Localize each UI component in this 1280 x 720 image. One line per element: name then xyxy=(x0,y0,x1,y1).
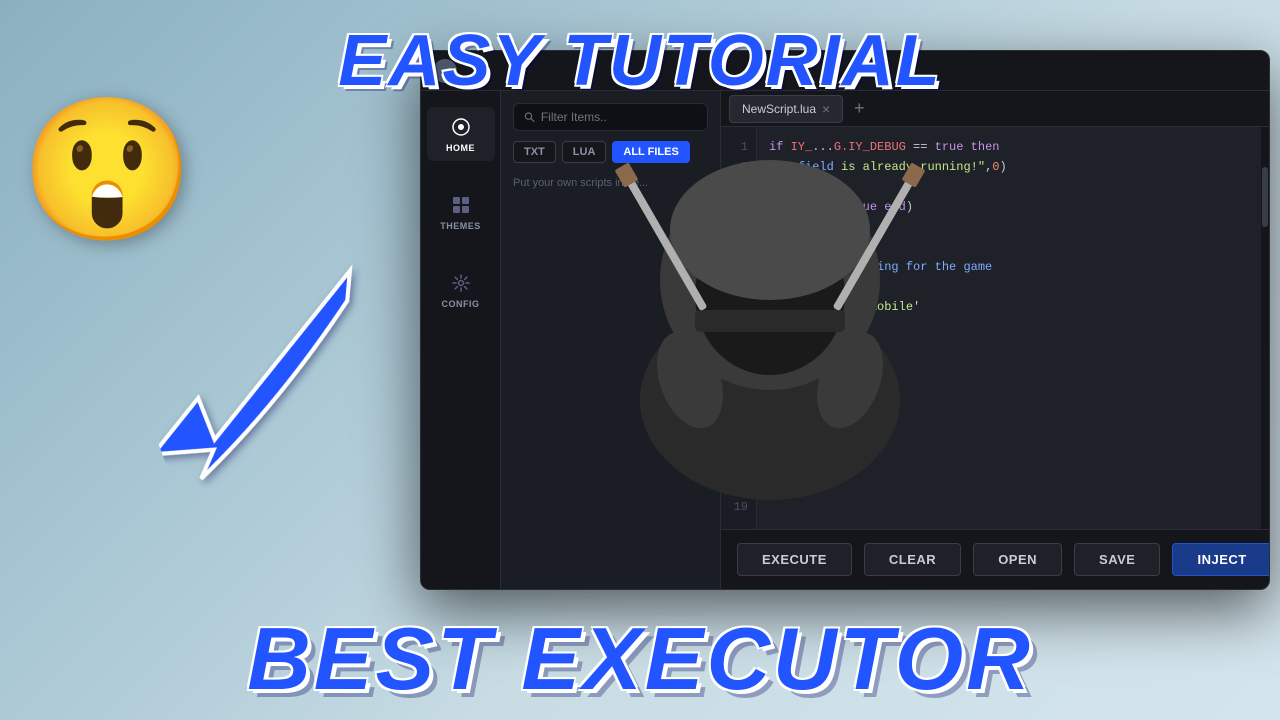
sidebar-themes-label: THEMES xyxy=(440,221,481,231)
line-num-11: 11 xyxy=(734,337,748,357)
code-line-2: field is already running!",0) xyxy=(769,157,1249,177)
line-num-17: 17 xyxy=(734,457,748,477)
code-line-13: "Message") xyxy=(769,237,1249,257)
search-input[interactable] xyxy=(541,110,697,124)
sidebar-item-config[interactable]: CONFIG xyxy=(427,263,495,317)
executor-window: HOME THEMES xyxy=(420,50,1270,590)
themes-icon xyxy=(449,193,473,217)
home-icon xyxy=(449,115,473,139)
line-num-7: 7 xyxy=(741,257,748,277)
search-icon xyxy=(524,111,535,123)
line-num-15: 15 xyxy=(734,417,748,437)
code-line-14: eld is waiting for the game xyxy=(769,257,1249,277)
search-bar[interactable] xyxy=(513,103,708,131)
shocked-emoji: 😲 xyxy=(20,100,194,240)
line-num-6: 6 xyxy=(741,237,748,257)
filter-all-button[interactable]: ALL FILES xyxy=(612,141,689,163)
line-num-1: 1 xyxy=(741,137,748,157)
scrollbar-thumb[interactable] xyxy=(1262,167,1268,227)
clear-button[interactable]: CLEAR xyxy=(864,543,961,576)
line-num-14: 14 xyxy=(734,397,748,417)
line-num-5: 5 xyxy=(741,217,748,237)
title-top: EASY TUTORIAL xyxy=(338,20,941,102)
filter-txt-button[interactable]: TXT xyxy=(513,141,556,163)
tab-name: NewScript.lua xyxy=(742,102,816,116)
line-num-2: 2 xyxy=(741,157,748,177)
sidebar: HOME THEMES xyxy=(421,91,501,589)
tab-close-icon[interactable]: × xyxy=(822,102,830,116)
sidebar-item-themes[interactable]: THEMES xyxy=(427,185,495,239)
line-num-9: 9 xyxy=(741,297,748,317)
line-num-8: 8 xyxy=(741,277,748,297)
code-line-4: en xyxy=(769,177,1249,197)
title-bottom: BEST EXECUTOR xyxy=(247,608,1033,710)
code-line-18: currentv... Mobile' xyxy=(769,297,1249,317)
line-num-19: 19 xyxy=(734,497,748,517)
filter-lua-button[interactable]: LUA xyxy=(562,141,607,163)
editor-area: NewScript.lua × + 1 2 3 4 5 6 7 8 9 10 xyxy=(721,91,1269,589)
open-button[interactable]: OPEN xyxy=(973,543,1062,576)
line-num-13: 13 xyxy=(734,377,748,397)
scrollbar-track[interactable] xyxy=(1261,127,1269,529)
code-line-16: en xyxy=(769,277,1249,297)
config-icon xyxy=(449,271,473,295)
line-num-12: 12 xyxy=(734,357,748,377)
save-button[interactable]: SAVE xyxy=(1074,543,1160,576)
code-editor[interactable]: 1 2 3 4 5 6 7 8 9 10 11 12 13 14 15 16 1 xyxy=(721,127,1269,529)
code-content[interactable]: if IY_...G.IY_DEBUG == true then field i… xyxy=(757,127,1261,529)
inject-button[interactable]: INJECT xyxy=(1172,543,1269,576)
sidebar-home-label: HOME xyxy=(446,143,475,153)
filter-buttons: TXT LUA ALL FILES xyxy=(513,141,708,163)
sidebar-item-home[interactable]: HOME xyxy=(427,107,495,161)
code-line-11: ui") xyxy=(769,217,1249,237)
line-numbers: 1 2 3 4 5 6 7 8 9 10 11 12 13 14 15 16 1 xyxy=(721,127,757,529)
sidebar-config-label: CONFIG xyxy=(442,299,480,309)
window-body: HOME THEMES xyxy=(421,91,1269,589)
code-line-9: ADED = true end) xyxy=(769,197,1249,217)
execute-button[interactable]: EXECUTE xyxy=(737,543,852,576)
line-num-10: 10 xyxy=(734,317,748,337)
line-num-18: 18 xyxy=(734,477,748,497)
line-num-4: 4 xyxy=(741,197,748,217)
bottom-toolbar: EXECUTE CLEAR OPEN SAVE INJECT xyxy=(721,529,1269,589)
file-browser: TXT LUA ALL FILES Put your own scripts i… xyxy=(501,91,721,589)
file-hint: Put your own scripts in he... xyxy=(513,173,708,193)
line-num-16: 16 xyxy=(734,437,748,457)
code-line-1: if IY_...G.IY_DEBUG == true then xyxy=(769,137,1249,157)
line-num-3: 3 xyxy=(741,177,748,197)
